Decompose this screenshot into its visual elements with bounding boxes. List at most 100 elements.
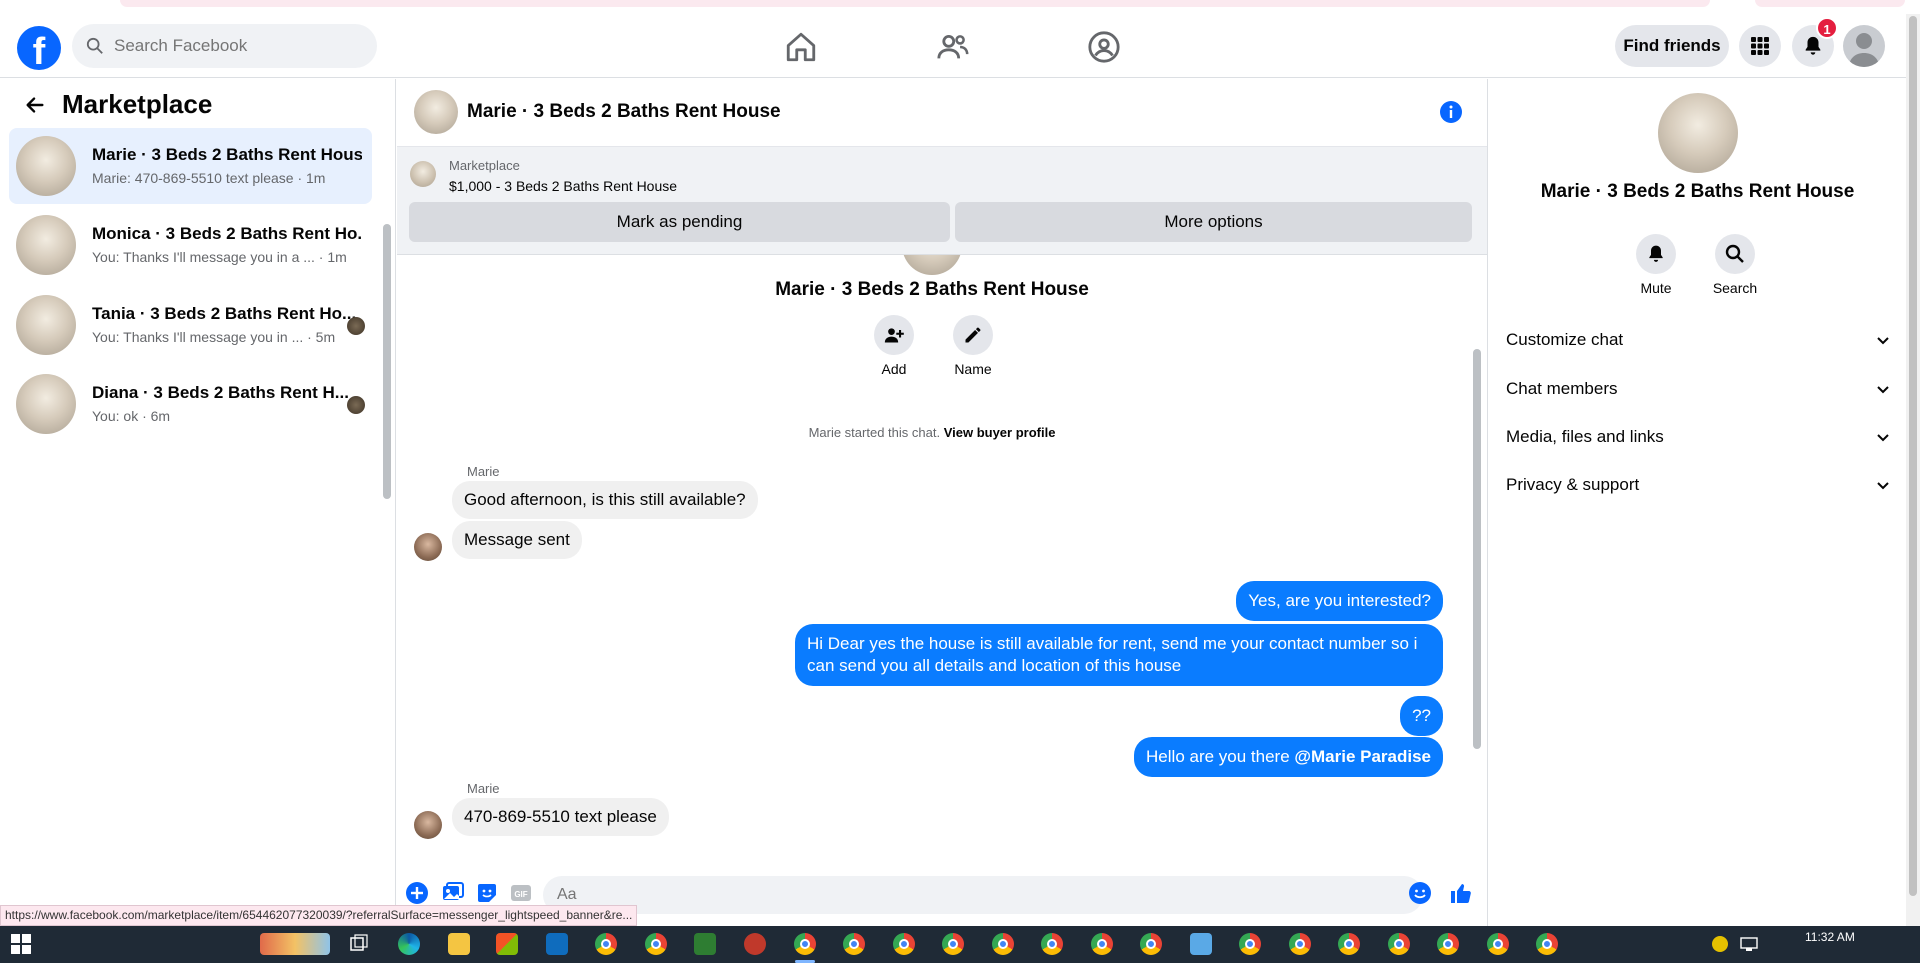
page-scrollbar-thumb[interactable] — [1909, 16, 1917, 896]
add-person-icon — [884, 328, 904, 343]
network-icon[interactable] — [1738, 933, 1760, 955]
home-icon[interactable] — [784, 30, 818, 64]
conversation-item-tania[interactable]: Tania · 3 Beds 2 Baths Rent Ho... You: T… — [9, 287, 372, 363]
info-icon[interactable] — [1439, 100, 1463, 124]
chrome-profile-icon[interactable] — [1388, 933, 1410, 955]
chrome-profile-icon[interactable] — [1338, 933, 1360, 955]
sender-avatar[interactable] — [414, 811, 442, 839]
conversation-list-scrollbar[interactable] — [383, 224, 391, 499]
status-bar-url: https://www.facebook.com/marketplace/ite… — [0, 905, 638, 926]
back-arrow-icon[interactable] — [24, 94, 46, 116]
menu-button[interactable] — [1739, 25, 1781, 67]
chrome-profile-icon[interactable] — [992, 933, 1014, 955]
mark-as-pending-button[interactable]: Mark as pending — [409, 202, 950, 242]
chrome-profile-icon[interactable] — [843, 933, 865, 955]
facebook-logo-icon[interactable]: f — [17, 26, 61, 70]
message-input[interactable] — [543, 876, 1423, 914]
task-view-icon[interactable] — [348, 933, 370, 955]
incoming-message[interactable]: Message sent — [452, 521, 582, 559]
mute-action[interactable]: Mute — [1621, 234, 1691, 296]
incoming-message[interactable]: 470-869-5510 text please — [452, 798, 669, 836]
started-text: Marie started this chat. — [808, 425, 941, 440]
page-scrollbar[interactable] — [1906, 14, 1920, 926]
name-label: Name — [954, 361, 992, 377]
file-explorer-icon[interactable] — [448, 933, 470, 955]
find-friends-button[interactable]: Find friends — [1615, 25, 1729, 67]
chrome-profile-icon[interactable] — [1091, 933, 1113, 955]
profile-avatar[interactable] — [1843, 25, 1885, 67]
chrome-profile-icon[interactable] — [794, 933, 816, 955]
details-thumbnail[interactable] — [1658, 93, 1738, 173]
sender-name: Marie — [467, 464, 500, 479]
chat-scrollbar[interactable] — [1473, 269, 1481, 759]
chrome-profile-icon[interactable] — [893, 933, 915, 955]
outlook-icon[interactable] — [546, 933, 568, 955]
search-box[interactable] — [72, 24, 377, 68]
chrome-profile-icon[interactable] — [942, 933, 964, 955]
banner-listing[interactable]: $1,000 - 3 Beds 2 Baths Rent House — [449, 178, 677, 194]
media-files-links-section[interactable]: Media, files and links — [1506, 417, 1891, 457]
tray-app-icon[interactable] — [1712, 936, 1728, 952]
outgoing-message[interactable]: Hello are you there @Marie Paradise — [1134, 737, 1443, 777]
sticker-icon[interactable] — [475, 881, 499, 905]
read-receipt-avatar — [347, 317, 365, 335]
notepad-icon[interactable] — [694, 933, 716, 955]
bell-icon — [1649, 245, 1663, 262]
add-action[interactable]: Add — [864, 315, 924, 377]
clock-time[interactable]: 11:32 AM — [1805, 930, 1855, 944]
privacy-support-section[interactable]: Privacy & support — [1506, 465, 1891, 505]
chrome-profile-icon[interactable] — [1437, 933, 1459, 955]
chrome-profile-icon[interactable] — [1041, 933, 1063, 955]
outgoing-message[interactable]: Yes, are you interested? — [1236, 581, 1443, 621]
chrome-profile-icon[interactable] — [1536, 933, 1558, 955]
groups-icon[interactable] — [1087, 30, 1121, 64]
plus-icon[interactable] — [405, 881, 429, 905]
conversation-name: Diana · 3 Beds 2 Baths Rent H... — [92, 383, 349, 402]
mention-link[interactable]: @Marie Paradise — [1294, 747, 1431, 766]
incoming-message[interactable]: Good afternoon, is this still available? — [452, 481, 758, 519]
message-text: Hello are you there — [1146, 747, 1290, 766]
chrome-profile-icon[interactable] — [1140, 933, 1162, 955]
chrome-profile-icon[interactable] — [1239, 933, 1261, 955]
conversation-item-monica[interactable]: Monica · 3 Beds 2 Baths Rent Ho... You: … — [9, 207, 372, 283]
name-action[interactable]: Name — [943, 315, 1003, 377]
outgoing-message[interactable]: ?? — [1400, 696, 1443, 736]
outgoing-message[interactable]: Hi Dear yes the house is still available… — [795, 624, 1443, 686]
conversation-preview: You: ok · 6m — [92, 408, 171, 424]
conversation-preview: Marie: 470-869-5510 text please · 1m — [92, 170, 326, 186]
banner-thumbnail — [410, 161, 436, 187]
gif-icon[interactable]: GIF — [509, 881, 533, 905]
browser-extension-bar[interactable] — [1755, 0, 1905, 7]
chat-scrollbar-thumb[interactable] — [1473, 349, 1481, 749]
chrome-icon[interactable] — [595, 933, 617, 955]
chat-title[interactable]: Marie · 3 Beds 2 Baths Rent House — [467, 101, 781, 123]
chrome-profile-icon[interactable] — [645, 933, 667, 955]
chrome-profile-icon[interactable] — [1289, 933, 1311, 955]
chat-header-thumbnail[interactable] — [414, 90, 458, 134]
friends-icon[interactable] — [936, 30, 970, 64]
chrome-profile-icon[interactable] — [1487, 933, 1509, 955]
photo-icon[interactable] — [441, 881, 465, 905]
chat-panel: Marie · 3 Beds 2 Baths Rent House Market… — [397, 79, 1487, 926]
edge-browser-icon[interactable] — [398, 933, 420, 955]
search-action[interactable]: Search — [1700, 234, 1770, 296]
windows-start-icon[interactable] — [10, 933, 32, 955]
emoji-icon[interactable] — [1408, 881, 1432, 905]
conversation-item-marie[interactable]: Marie · 3 Beds 2 Baths Rent House Marie:… — [9, 128, 372, 204]
more-options-button[interactable]: More options — [955, 202, 1472, 242]
bell-icon — [1805, 36, 1821, 55]
browser-address-bar[interactable] — [120, 0, 1710, 7]
paint-app-icon[interactable] — [744, 933, 766, 955]
customize-chat-section[interactable]: Customize chat — [1506, 320, 1891, 360]
intro-thumbnail — [902, 255, 962, 275]
thumbs-up-icon[interactable] — [1449, 881, 1473, 905]
search-input[interactable] — [114, 36, 364, 56]
conversation-item-diana[interactable]: Diana · 3 Beds 2 Baths Rent H... You: ok… — [9, 366, 372, 442]
notes-app-icon[interactable] — [1190, 933, 1212, 955]
conversation-name: Marie · 3 Beds 2 Baths Rent House — [92, 145, 362, 164]
view-buyer-profile-link[interactable]: View buyer profile — [944, 425, 1056, 440]
sender-avatar[interactable] — [414, 533, 442, 561]
chat-members-section[interactable]: Chat members — [1506, 369, 1891, 409]
ms-store-icon[interactable] — [496, 933, 518, 955]
taskbar-search-widget[interactable] — [260, 933, 330, 955]
